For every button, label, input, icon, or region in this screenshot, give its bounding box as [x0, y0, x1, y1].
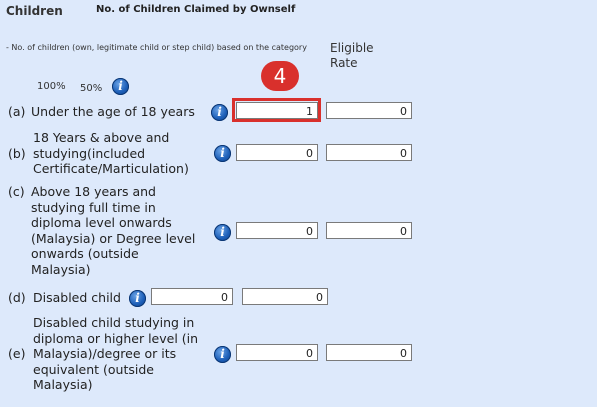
- row-c-label: Above 18 years and studying full time in…: [31, 184, 195, 277]
- row-e-label-line: Disabled child studying in: [33, 315, 195, 330]
- row-e-50-input[interactable]: 0: [326, 344, 412, 361]
- row-c-100-input[interactable]: 0: [236, 222, 318, 239]
- row-b-50-input[interactable]: 0: [326, 144, 412, 161]
- step-badge: 4: [261, 61, 299, 91]
- rate-50-label: 50%: [80, 83, 103, 94]
- row-b-100-input[interactable]: 0: [236, 144, 318, 161]
- row-e-info-icon[interactable]: i: [214, 346, 231, 363]
- row-c-info-icon[interactable]: i: [214, 224, 231, 241]
- row-e-label-line: diploma or higher level (in: [33, 330, 199, 346]
- row-c-prefix: (c): [8, 184, 25, 199]
- row-b-prefix: (b): [8, 146, 26, 161]
- row-e-100-input[interactable]: 0: [236, 344, 318, 361]
- eligible-rate-header: Eligible Rate: [330, 41, 374, 70]
- row-b-label-line: Certificate/Marticulation): [33, 161, 189, 176]
- row-e-label-line: Malaysia)/degree or its: [33, 346, 177, 361]
- row-a-prefix: (a): [8, 104, 26, 119]
- row-a-100-input[interactable]: 1: [236, 102, 318, 119]
- rate-info-icon[interactable]: i: [112, 78, 129, 95]
- row-d-prefix: (d): [8, 290, 26, 305]
- row-b-label: 18 Years & above and studying(included C…: [33, 130, 189, 177]
- row-d-label: Disabled child: [33, 290, 121, 305]
- row-b-info-icon[interactable]: i: [214, 145, 231, 162]
- row-c-label-line: studying full time in: [31, 199, 156, 215]
- row-e-label: Disabled child studying in diploma or hi…: [33, 315, 198, 393]
- row-b-label-line: 18 Years & above and: [33, 130, 170, 145]
- row-c-label-line: Above 18 years and: [31, 184, 156, 199]
- row-d-100-input[interactable]: 0: [151, 288, 233, 305]
- row-c-label-line: onwards (outside: [31, 246, 139, 261]
- row-a-label: Under the age of 18 years: [31, 104, 195, 119]
- category-note: - No. of children (own, legitimate child…: [6, 43, 307, 52]
- row-c-label-line: diploma level onwards: [31, 215, 172, 230]
- row-b-label-line: studying(included: [33, 145, 146, 161]
- row-a-info-icon[interactable]: i: [211, 104, 228, 121]
- row-e-label-line: equivalent (outside: [33, 361, 154, 377]
- section-subtitle: No. of Children Claimed by Ownself: [96, 4, 296, 15]
- row-d-50-input[interactable]: 0: [242, 288, 328, 305]
- row-e-prefix: (e): [8, 346, 26, 361]
- row-c-label-line: Malaysia): [31, 261, 91, 277]
- row-a-50-input[interactable]: 0: [326, 102, 412, 119]
- rate-100-label: 100%: [37, 81, 66, 92]
- row-c-label-line: (Malaysia) or Degree level: [31, 230, 196, 246]
- row-c-50-input[interactable]: 0: [326, 222, 412, 239]
- section-title: Children: [6, 4, 63, 18]
- row-d-info-icon[interactable]: i: [129, 290, 146, 307]
- row-e-label-line: Malaysia): [33, 377, 93, 392]
